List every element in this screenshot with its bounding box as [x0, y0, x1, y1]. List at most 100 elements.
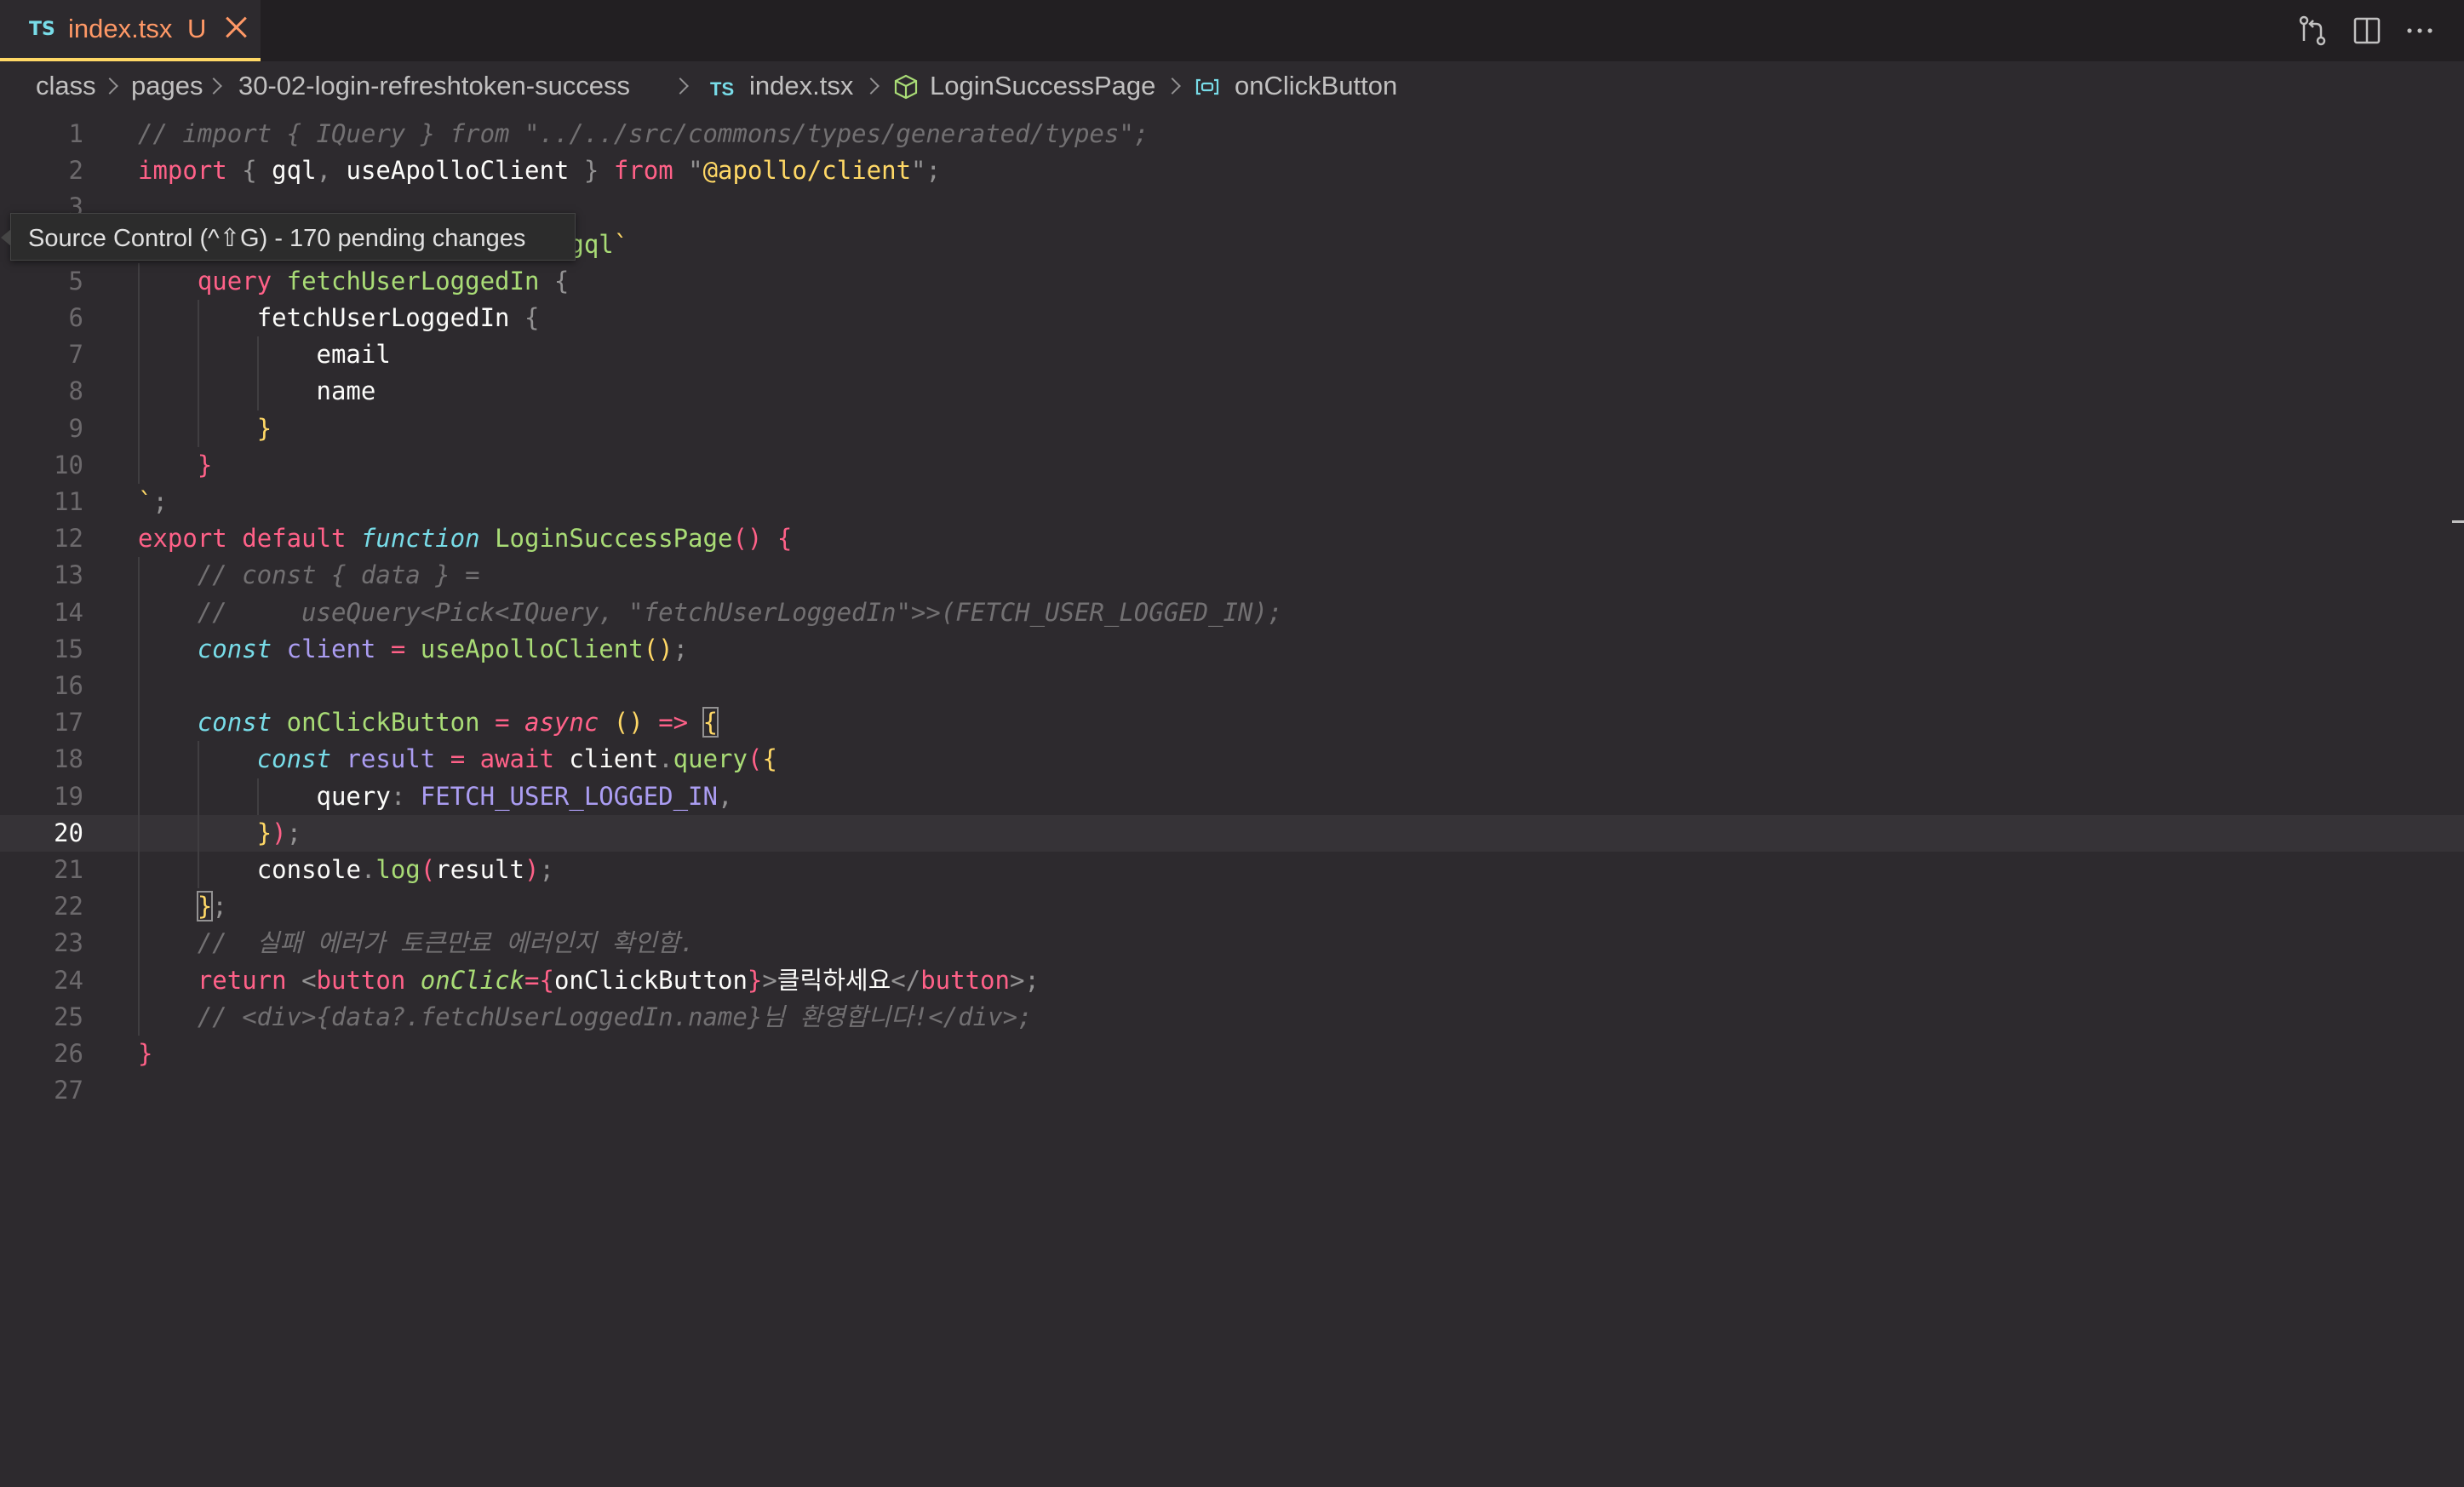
source-control-icon[interactable]	[2294, 12, 2331, 49]
code-line[interactable]: 15 const client = useApolloClient();	[0, 631, 2464, 668]
code-line[interactable]: 5 query fetchUserLoggedIn {	[0, 263, 2464, 300]
line-number: 6	[68, 303, 83, 332]
code-text: // import { IQuery } from "../../src/com…	[138, 119, 1149, 148]
line-number: 1	[68, 119, 83, 148]
line-number: 8	[68, 376, 83, 406]
code-text: }	[138, 1039, 153, 1068]
code-text: const result = await client.query({	[256, 744, 777, 774]
code-text: });	[256, 818, 302, 847]
tab-bar: TS index.tsx U	[0, 0, 2464, 61]
line-number: 9	[68, 413, 83, 443]
line-number: 26	[54, 1039, 83, 1068]
code-line[interactable]: 9 }	[0, 411, 2464, 447]
code-line[interactable]: 8 name	[0, 373, 2464, 410]
line-number: 5	[68, 266, 83, 296]
code-text: `;	[138, 487, 168, 516]
line-number: 17	[54, 708, 83, 738]
breadcrumb-item-symbol[interactable]: onClickButton	[1235, 71, 1397, 101]
code-text: query fetchUserLoggedIn {	[197, 266, 570, 296]
tooltip-text: Source Control (^⇧G) - 170 pending chang…	[28, 225, 526, 252]
breadcrumb-item-file[interactable]: index.tsx	[749, 71, 853, 101]
indent-guide	[138, 262, 140, 484]
editor-actions	[2294, 12, 2447, 49]
tab-filename: index.tsx	[68, 14, 173, 43]
code-editor[interactable]: 1 // import { IQuery } from "../../src/co…	[0, 114, 2464, 1487]
code-line[interactable]: 27	[0, 1072, 2464, 1109]
code-text: return <button onClick={onClickButton}>클…	[197, 965, 1040, 995]
chevron-right-icon	[104, 78, 116, 90]
line-number: 20	[54, 818, 83, 847]
line-number: 16	[54, 671, 83, 700]
breadcrumb: class pages 30-02-login-refreshtoken-suc…	[0, 61, 2464, 114]
line-number: 22	[54, 892, 83, 921]
code-line[interactable]: 6 fetchUserLoggedIn {	[0, 300, 2464, 336]
close-icon[interactable]	[223, 12, 249, 41]
typescript-file-icon: TS	[29, 19, 55, 40]
code-text: query: FETCH_USER_LOGGED_IN,	[316, 781, 733, 811]
code-text: }	[197, 450, 213, 479]
code-line[interactable]: 11 `;	[0, 484, 2464, 520]
code-line[interactable]: 10 }	[0, 447, 2464, 484]
line-number: 13	[54, 560, 83, 590]
variable-icon	[1195, 78, 1219, 95]
line-number: 2	[68, 156, 83, 186]
code-line[interactable]: 7 email	[0, 336, 2464, 373]
chevron-right-icon	[865, 78, 877, 90]
breadcrumb-item-class[interactable]: class	[36, 71, 96, 101]
indent-guide	[256, 778, 259, 815]
breadcrumb-item-component[interactable]: LoginSuccessPage	[930, 71, 1155, 101]
code-line[interactable]: 24 return <button onClick={onClickButton…	[0, 962, 2464, 999]
code-text: console.log(result);	[256, 855, 554, 884]
source-control-tooltip: Source Control (^⇧G) - 170 pending chang…	[1, 213, 576, 261]
indent-guide	[256, 336, 259, 411]
line-number: 11	[54, 487, 83, 516]
breadcrumb-item-folder[interactable]: 30-02-login-refreshtoken-success	[238, 71, 630, 101]
code-line[interactable]: 26}	[0, 1036, 2464, 1072]
code-line[interactable]: 21 console.log(result);	[0, 852, 2464, 888]
code-text: email	[316, 340, 391, 370]
untracked-status-badge: U	[187, 14, 207, 43]
code-text: const onClickButton = async () => {	[197, 707, 719, 738]
split-editor-icon[interactable]	[2348, 12, 2386, 49]
chevron-right-icon	[208, 78, 220, 90]
line-number: 21	[54, 855, 83, 884]
indent-guide	[138, 557, 140, 1036]
code-text: // const { data } =	[197, 560, 480, 590]
line-number: 15	[54, 634, 83, 663]
code-text: }	[256, 413, 272, 443]
code-line[interactable]: 17 const onClickButton = async () => {	[0, 704, 2464, 741]
code-text: // 실패 에러가 토큰만료 에러인지 확인함.	[197, 928, 695, 958]
code-text: export default function LoginSuccessPage…	[138, 524, 793, 554]
code-text: // useQuery<Pick<IQuery, "fetchUserLogge…	[197, 597, 1283, 627]
code-line[interactable]: 14 // useQuery<Pick<IQuery, "fetchUserLo…	[0, 594, 2464, 631]
code-line[interactable]: 23 // 실패 에러가 토큰만료 에러인지 확인함.	[0, 925, 2464, 962]
breadcrumb-item-pages[interactable]: pages	[131, 71, 203, 101]
code-line[interactable]: 20 });	[0, 814, 2464, 852]
code-text: const client = useApolloClient();	[197, 634, 689, 663]
line-number: 12	[54, 524, 83, 554]
chevron-right-icon	[674, 78, 686, 90]
line-number: 24	[54, 965, 83, 995]
line-number: 18	[54, 744, 83, 774]
code-line[interactable]: 25 // <div>{data?.fetchUserLoggedIn.name…	[0, 999, 2464, 1036]
code-line[interactable]: 1 // import { IQuery } from "../../src/co…	[0, 116, 2464, 152]
line-number: 23	[54, 928, 83, 958]
code-line[interactable]: 19 query: FETCH_USER_LOGGED_IN,	[0, 778, 2464, 815]
line-number: 14	[54, 597, 83, 627]
code-line[interactable]: 12 export default function LoginSuccessPa…	[0, 520, 2464, 557]
line-number: 10	[54, 450, 83, 479]
more-actions-icon[interactable]	[2401, 12, 2438, 49]
module-icon	[894, 74, 918, 100]
indent-guide	[197, 300, 199, 447]
code-text: };	[196, 891, 227, 922]
code-line[interactable]: 16	[0, 668, 2464, 704]
code-line[interactable]: 22 };	[0, 888, 2464, 925]
code-line[interactable]: 18 const result = await client.query({	[0, 741, 2464, 778]
code-line[interactable]: 2 import { gql, useApolloClient } from "@…	[0, 152, 2464, 189]
code-text: // <div>{data?.fetchUserLoggedIn.name}님 …	[197, 1002, 1033, 1031]
typescript-file-icon: TS	[710, 78, 735, 100]
chevron-right-icon	[1166, 78, 1178, 90]
tab-index-tsx[interactable]: TS index.tsx U	[0, 0, 261, 61]
code-line[interactable]: 13 // const { data } =	[0, 557, 2464, 594]
line-number: 27	[54, 1076, 83, 1105]
